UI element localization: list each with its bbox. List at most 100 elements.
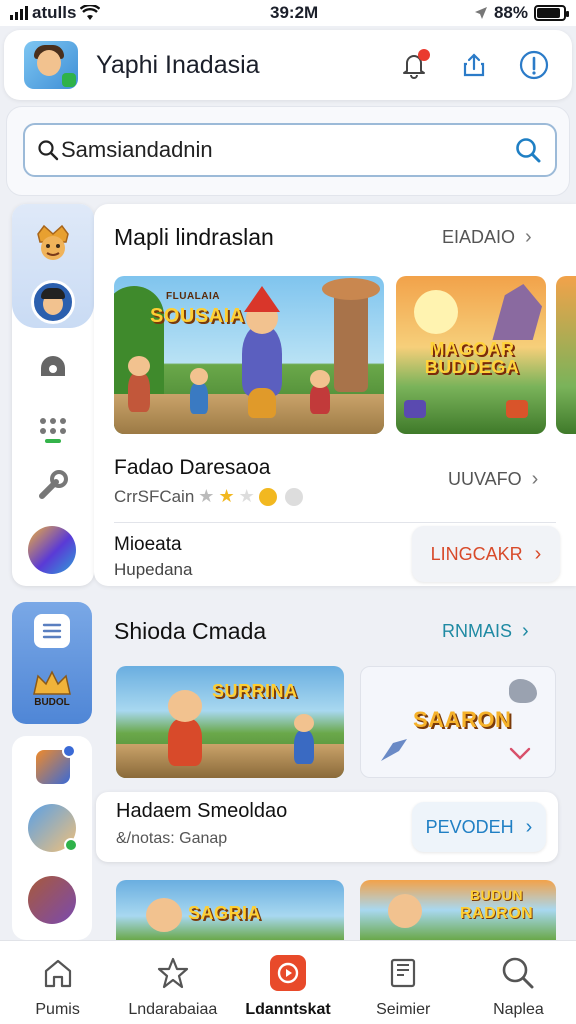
tab-favorites[interactable]: Lndarabaiaa (115, 941, 230, 1024)
tab-library[interactable]: Seimier (346, 941, 461, 1024)
button-label: LINGCAKR (430, 543, 523, 564)
wing-icon (381, 739, 407, 761)
search-icon (503, 957, 534, 989)
search-input[interactable] (61, 137, 513, 163)
side-rail (12, 204, 94, 586)
item-subtitle: &/notas: Ganap (116, 830, 228, 847)
tab-search[interactable]: Naplea (461, 941, 576, 1024)
search-section (6, 106, 570, 196)
section-card: Shioda Cmada RNMAIS › SURRINA SAARON (94, 604, 576, 784)
item-action-button[interactable]: PEVODEH › (412, 802, 546, 852)
info-button[interactable] (516, 47, 552, 83)
list-item[interactable]: Hadaem Smeoldao &/notas: Ganap PEVODEH › (96, 792, 558, 862)
link-label: UUVAFO (448, 469, 522, 489)
section-see-all-link[interactable]: EIADAIO › (442, 226, 532, 249)
rail-item-profile[interactable] (31, 280, 75, 324)
rail-item-menu[interactable] (34, 614, 70, 648)
location-icon (474, 7, 487, 19)
carrier-label: atulls (32, 3, 77, 22)
tab-label: Ldanntskat (245, 1001, 331, 1018)
banner-caption: SAARON (413, 707, 512, 732)
rail-item-avatar[interactable] (28, 876, 76, 924)
status-bar: atulls 39:2M 88% (0, 0, 576, 26)
rail-item-app[interactable] (36, 744, 76, 784)
star-icon (157, 957, 188, 989)
app-header: Yaphi Inadasia (4, 30, 572, 100)
chevron-down-icon[interactable] (509, 747, 531, 761)
app-title: Yaphi Inadasia (96, 50, 260, 79)
app-logo (24, 41, 78, 89)
rail-item-controller[interactable] (36, 354, 70, 385)
section-title: Mapli lindraslan (114, 224, 274, 250)
king-avatar-icon (37, 224, 69, 260)
game-more-link[interactable]: UUVAFO › (448, 468, 538, 491)
rail-item-king[interactable] (32, 222, 74, 262)
chevron-right-icon: › (531, 468, 539, 490)
game-banner[interactable]: FLUALAIA SOUSAIA (114, 276, 384, 434)
game-banner[interactable] (556, 276, 576, 434)
item-title: Hadaem Smeoldao (116, 800, 288, 822)
game-rating-row: CrrSFCain ★ ★ ★ (114, 486, 303, 507)
battery-icon (534, 5, 569, 21)
banner-small-caption: FLUALAIA (166, 291, 220, 302)
chevron-right-icon: › (522, 620, 529, 642)
item-action-button[interactable]: LINGCAKR › (412, 526, 560, 582)
section-see-all-link[interactable]: RNMAIS › (442, 620, 529, 643)
banner-caption: RADRON (460, 905, 534, 922)
rail-item-tools[interactable] (36, 468, 70, 507)
coin-icon (284, 487, 303, 506)
chevron-right-icon: › (525, 226, 532, 248)
game-banner[interactable]: MAGOAR BUDDEGA (396, 276, 546, 434)
game-banner[interactable]: SURRINA (116, 666, 344, 778)
tab-label: Naplea (493, 1001, 544, 1018)
menu-icon (42, 623, 62, 639)
section-title: Shioda Cmada (114, 618, 267, 644)
tab-home[interactable]: Pumis (0, 941, 115, 1024)
star-icon: ★ (218, 486, 235, 506)
online-indicator (64, 838, 78, 852)
game-banner[interactable]: SAARON (360, 666, 556, 778)
tab-label: Seimier (376, 1001, 431, 1018)
rail-item-apps[interactable] (38, 416, 68, 451)
featured-card: Mapli lindraslan EIADAIO › FLUALAIA SOUS… (94, 204, 576, 586)
tab-play[interactable]: Ldanntskat (230, 941, 345, 1024)
rail-item-badge[interactable]: BUDOL (26, 668, 78, 712)
star-icon: ★ (238, 486, 255, 506)
notification-button[interactable] (396, 47, 432, 83)
side-rail-active: BUDOL (12, 602, 92, 724)
play-icon (277, 962, 299, 984)
game-title[interactable]: Fadao Daresaoa (114, 456, 270, 480)
clock: 39:2M (270, 3, 319, 22)
info-icon (519, 50, 549, 80)
search-icon (38, 140, 59, 161)
rail-item-avatar[interactable] (28, 804, 78, 852)
game-banner[interactable]: SAGRIA (116, 880, 344, 940)
chevron-right-icon: › (525, 815, 533, 838)
banner-caption: MAGOAR BUDDEGA (424, 339, 520, 377)
banner-caption: SAGRIA (188, 903, 262, 923)
button-label: PEVODEH (425, 816, 514, 837)
bottom-tab-bar: Pumis Lndarabaiaa Ldanntskat Seimier Nap… (0, 940, 576, 1024)
signal-icon (10, 6, 28, 20)
chevron-right-icon: › (534, 542, 542, 565)
search-bar[interactable] (23, 123, 557, 177)
battery-percent: 88% (493, 3, 528, 22)
share-button[interactable] (456, 47, 492, 83)
banner-caption: SOUSAIA (150, 305, 245, 327)
side-rail-lower (12, 736, 92, 940)
notification-badge (418, 49, 430, 61)
home-icon (44, 959, 71, 988)
tab-label: Lndarabaiaa (128, 1001, 218, 1018)
item-title: Mioeata (114, 534, 182, 555)
banner-caption: SURRINA (212, 681, 298, 701)
rail-badge-caption: BUDOL (34, 697, 70, 708)
search-submit-icon[interactable] (513, 135, 543, 165)
rail-item-game[interactable] (28, 526, 76, 574)
link-label: RNMAIS (442, 621, 513, 641)
game-banner[interactable]: BUDUN RADRON (360, 880, 556, 940)
link-label: EIADAIO (442, 227, 516, 247)
banner-small-caption: BUDUN (470, 887, 524, 903)
tab-label: Pumis (35, 1001, 80, 1018)
item-subtitle: Hupedana (114, 560, 193, 579)
bird-icon (509, 679, 537, 703)
